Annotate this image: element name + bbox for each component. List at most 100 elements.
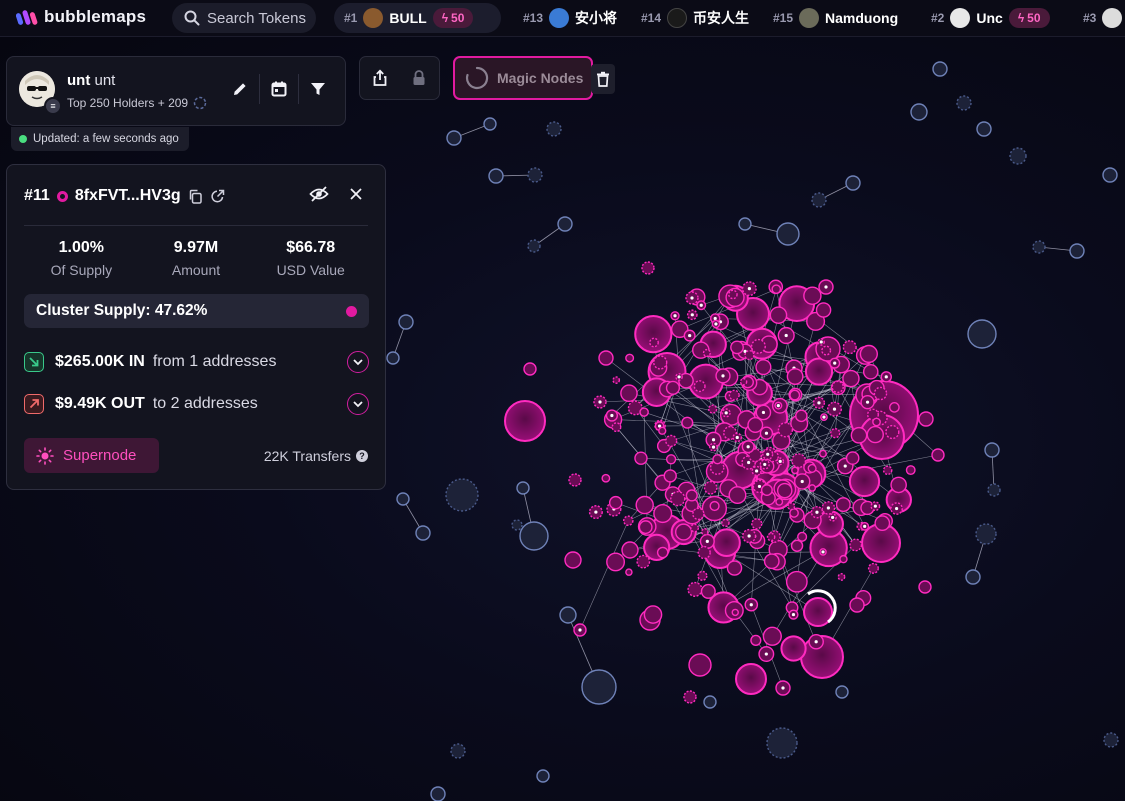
holder-bubble[interactable] [789,389,801,401]
share-button[interactable] [371,69,389,87]
holder-bubble[interactable] [859,344,878,364]
holder-bubble[interactable] [931,448,945,462]
holder-bubble[interactable] [830,427,841,439]
holder-bubble[interactable] [760,484,773,497]
wallet-bubble[interactable] [738,217,752,231]
holder-bubble[interactable] [620,384,638,403]
wallet-bubble[interactable] [703,695,717,709]
holder-bubble[interactable] [564,551,582,569]
holder-bubble[interactable] [674,523,693,541]
holder-bubble[interactable] [766,532,776,542]
holder-bubble[interactable] [688,653,712,677]
holder-bubble[interactable] [842,340,857,355]
holder-bubble[interactable] [665,380,681,395]
wallet-bubble[interactable] [910,103,928,121]
wallet-bubble[interactable] [398,314,414,330]
holder-bubble[interactable] [683,690,697,704]
wallet-bubble[interactable] [488,168,504,184]
holder-bubble[interactable] [656,546,669,559]
holder-bubble[interactable] [797,531,808,542]
holder-bubble[interactable] [692,507,705,521]
holder-bubble[interactable] [769,306,788,325]
holder-bubble[interactable] [785,570,808,593]
holder-bubble[interactable] [625,353,635,363]
holder-bubble[interactable] [807,463,817,473]
holder-bubble[interactable] [803,286,822,306]
trending-token-14[interactable]: #14 币安人生 [641,3,749,33]
hide-eye-icon[interactable] [309,185,329,203]
holder-bubble[interactable] [849,597,865,613]
holder-bubble[interactable] [839,554,848,564]
holder-bubble[interactable] [815,302,832,318]
holder-bubble[interactable] [685,489,698,502]
wallet-bubble[interactable] [516,481,530,495]
holder-bubble[interactable] [636,554,651,569]
close-icon[interactable] [349,187,363,201]
holder-bubble[interactable] [862,363,879,380]
holder-bubble[interactable] [709,500,720,512]
brand-logo[interactable]: bubblemaps [16,7,146,27]
holder-bubble[interactable] [663,469,677,483]
expand-inflow-button[interactable] [347,351,369,373]
trending-token-13[interactable]: #13 安小将 [523,3,617,33]
holder-bubble[interactable] [850,426,868,444]
holder-bubble[interactable] [804,357,834,386]
holder-bubble[interactable] [821,345,832,356]
holder-bubble[interactable] [649,337,659,348]
holder-bubble[interactable] [697,570,708,581]
holder-bubble[interactable] [670,490,686,507]
holder-bubble[interactable] [835,497,851,513]
holder-bubble[interactable] [606,552,626,572]
holder-bubble[interactable] [918,580,932,594]
holder-bubble[interactable] [791,466,799,475]
holder-bubble[interactable] [697,545,711,560]
delete-button[interactable] [591,64,615,94]
holder-bubble[interactable] [780,635,807,662]
holder-bubble[interactable] [831,380,844,394]
holder-bubble[interactable] [849,538,863,552]
holder-bubble[interactable] [905,465,916,476]
holder-bubble[interactable] [608,495,623,510]
wallet-bubble[interactable] [415,525,431,541]
search-tokens-input[interactable]: Search Tokens [172,3,316,33]
holder-bubble[interactable] [795,409,808,423]
holder-bubble[interactable] [726,560,743,576]
holder-bubble[interactable] [744,349,755,361]
holder-bubble[interactable] [808,484,817,492]
holder-bubble[interactable] [701,528,709,536]
holder-bubble[interactable] [790,539,804,552]
wallet-bubble[interactable] [1103,732,1119,748]
outflow-row[interactable]: $9.49K OUT to 2 addresses [24,390,369,418]
holder-bubble[interactable] [623,515,634,526]
wallet-bubble[interactable] [835,685,849,699]
wallet-bubble[interactable] [581,669,617,705]
calendar-button[interactable] [260,73,298,105]
wallet-bubble[interactable] [975,523,997,545]
holder-bubble[interactable] [612,376,621,385]
copy-icon[interactable] [188,189,203,204]
holder-bubble[interactable] [721,518,730,528]
holder-bubble[interactable] [731,608,739,617]
wallet-bubble[interactable] [956,95,972,111]
holder-bubble[interactable] [658,426,667,435]
holder-bubble[interactable] [703,480,718,495]
wallet-bubble[interactable] [984,442,1000,458]
holder-bubble[interactable] [707,404,718,414]
holder-bubble[interactable] [687,581,703,597]
holder-bubble[interactable] [653,355,668,370]
holder-bubble[interactable] [700,583,716,599]
holder-bubble[interactable] [681,416,694,429]
wallet-bubble[interactable] [445,478,479,512]
wallet-bubble[interactable] [450,743,466,759]
wallet-bubble[interactable] [1032,240,1046,254]
holder-bubble[interactable] [598,350,614,366]
wallet-bubble[interactable] [519,521,549,551]
edit-button[interactable] [221,73,259,105]
holder-bubble[interactable] [625,568,633,576]
holder-bubble[interactable] [787,502,796,511]
trending-token-1[interactable]: #1 BULL ϟ 50 [334,3,501,33]
holder-bubble[interactable] [665,434,678,447]
holder-bubble[interactable] [712,528,741,558]
holder-bubble[interactable] [504,400,546,442]
wallet-bubble[interactable] [483,117,497,131]
